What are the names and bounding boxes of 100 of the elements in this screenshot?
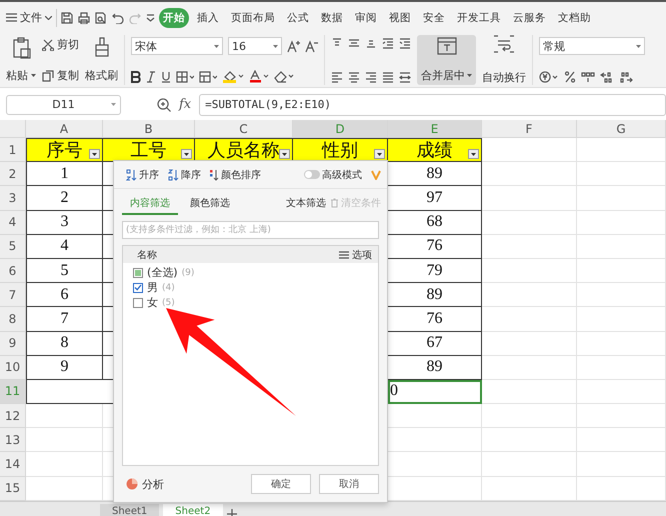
- increase-decimal-icon[interactable]: [600, 71, 614, 83]
- row-header[interactable]: 14: [0, 452, 26, 477]
- fill-color-icon[interactable]: [222, 70, 244, 83]
- merge-center-button[interactable]: 合并居中: [417, 35, 476, 85]
- distribute-icon[interactable]: [399, 71, 411, 83]
- row-header[interactable]: 2: [0, 162, 26, 186]
- dialog-button[interactable]: 取消: [319, 474, 379, 494]
- save-icon[interactable]: [61, 12, 73, 24]
- font-field[interactable]: 宋体: [131, 37, 223, 55]
- options-button[interactable]: 选项: [339, 248, 372, 262]
- row-header[interactable]: 15: [0, 476, 26, 501]
- cell-style-icon[interactable]: [199, 70, 217, 82]
- grow-font-icon[interactable]: [287, 40, 300, 52]
- filter-button[interactable]: [181, 149, 192, 160]
- filter-tab[interactable]: 颜色筛选: [182, 193, 238, 215]
- analyze-button[interactable]: 分析: [126, 476, 164, 492]
- sheet-tab[interactable]: Sheet2: [163, 504, 223, 516]
- row-header[interactable]: 7: [0, 283, 26, 308]
- align-right-icon[interactable]: [365, 71, 377, 83]
- borders-icon[interactable]: [176, 70, 194, 82]
- sort-button[interactable]: 降序: [168, 168, 201, 182]
- dialog-button[interactable]: 确定: [251, 474, 311, 494]
- checkbox[interactable]: [133, 298, 143, 308]
- align-center-icon[interactable]: [348, 71, 360, 83]
- currency-icon[interactable]: [539, 71, 559, 83]
- caret-icon: [273, 44, 278, 48]
- copy-button[interactable]: 复制: [42, 68, 79, 83]
- thousands-icon[interactable]: [581, 71, 595, 83]
- menu-tab[interactable]: 公式: [283, 8, 313, 28]
- function-button[interactable]: fx: [179, 97, 192, 112]
- underline-icon[interactable]: [161, 70, 171, 82]
- row-header[interactable]: 8: [0, 307, 26, 332]
- justify-icon[interactable]: [382, 71, 394, 83]
- paste-button[interactable]: 粘贴: [6, 68, 36, 83]
- increase-indent-icon[interactable]: [399, 37, 411, 49]
- row-header[interactable]: 6: [0, 258, 26, 284]
- cut-button[interactable]: 剪切: [42, 37, 79, 52]
- row-header[interactable]: 9: [0, 332, 26, 356]
- brush-icon[interactable]: [92, 37, 110, 57]
- sort-button[interactable]: 升序: [126, 168, 159, 182]
- search-field[interactable]: (支持多条件过滤，例如：北京 上海): [122, 221, 379, 239]
- color-sort-icon: [210, 168, 219, 180]
- checkbox[interactable]: [133, 282, 143, 292]
- column-header[interactable]: B: [103, 120, 195, 138]
- row-header[interactable]: 5: [0, 234, 26, 259]
- row-header[interactable]: 13: [0, 428, 26, 452]
- menu-tab[interactable]: 开发工具: [453, 8, 505, 28]
- align-left-icon[interactable]: [331, 71, 343, 83]
- filter-tab[interactable]: 内容筛选: [122, 193, 178, 215]
- column-header[interactable]: C: [195, 120, 293, 138]
- caret-icon: [111, 102, 116, 106]
- sheet-tab[interactable]: Sheet1: [100, 504, 160, 516]
- wrap-text-button[interactable]: 自动换行: [482, 35, 526, 85]
- eraser-icon[interactable]: [274, 70, 294, 83]
- column-heading: 性别: [322, 139, 358, 162]
- filter-button[interactable]: [374, 149, 385, 160]
- table-cell: 8: [60, 334, 68, 352]
- decrease-indent-icon[interactable]: [382, 37, 394, 49]
- menu-tab[interactable]: 云服务: [509, 8, 550, 28]
- menu-tab[interactable]: 数据: [317, 8, 347, 28]
- shrink-font-icon[interactable]: [305, 40, 318, 52]
- menu-tab[interactable]: 插入: [193, 8, 223, 28]
- filter-button[interactable]: [468, 149, 479, 160]
- row-header[interactable]: 3: [0, 186, 26, 211]
- filter-button[interactable]: [89, 149, 100, 160]
- menu-tab[interactable]: 视图: [385, 8, 415, 28]
- font-size-field[interactable]: 16: [228, 37, 282, 55]
- text-filter-link[interactable]: 文本筛选: [286, 196, 326, 215]
- preview-icon[interactable]: [95, 12, 107, 24]
- dropdown-icon[interactable]: [146, 14, 155, 22]
- column-header[interactable]: G: [577, 120, 666, 138]
- menu-tab[interactable]: 页面布局: [227, 8, 279, 28]
- row-header[interactable]: 1: [0, 138, 26, 162]
- undo-icon[interactable]: [112, 12, 124, 24]
- menu-tab[interactable]: 安全: [419, 8, 449, 28]
- column-header[interactable]: F: [482, 120, 577, 138]
- add-sheet-icon[interactable]: [226, 508, 237, 516]
- name-box[interactable]: D11: [6, 94, 121, 114]
- row-header[interactable]: 10: [0, 356, 26, 380]
- column-header[interactable]: A: [26, 120, 103, 138]
- print-icon[interactable]: [78, 12, 90, 24]
- font-color-icon[interactable]: [249, 70, 269, 83]
- checkbox[interactable]: [133, 268, 143, 278]
- number-format-field[interactable]: 常规: [539, 37, 645, 55]
- italic-icon[interactable]: [146, 70, 156, 82]
- file-menu[interactable]: 文件: [6, 10, 52, 25]
- align-middle-icon[interactable]: [348, 37, 360, 49]
- menu-tab[interactable]: 审阅: [351, 8, 381, 28]
- menu-tab[interactable]: 文档助: [554, 8, 595, 28]
- sort-button[interactable]: 颜色排序: [210, 168, 261, 182]
- advanced-mode-toggle[interactable]: 高级模式: [304, 168, 362, 182]
- row-header[interactable]: 4: [0, 210, 26, 235]
- formula-field[interactable]: =SUBTOTAL(9,E2:E10): [199, 94, 666, 116]
- format-painter-button[interactable]: 格式刷: [85, 68, 118, 83]
- decrease-decimal-icon[interactable]: [619, 71, 633, 83]
- bold-icon[interactable]: [131, 70, 141, 82]
- zoom-icon[interactable]: [157, 98, 171, 112]
- filter-button[interactable]: [279, 149, 290, 160]
- row-header[interactable]: 12: [0, 404, 26, 428]
- percent-icon[interactable]: [564, 71, 576, 83]
